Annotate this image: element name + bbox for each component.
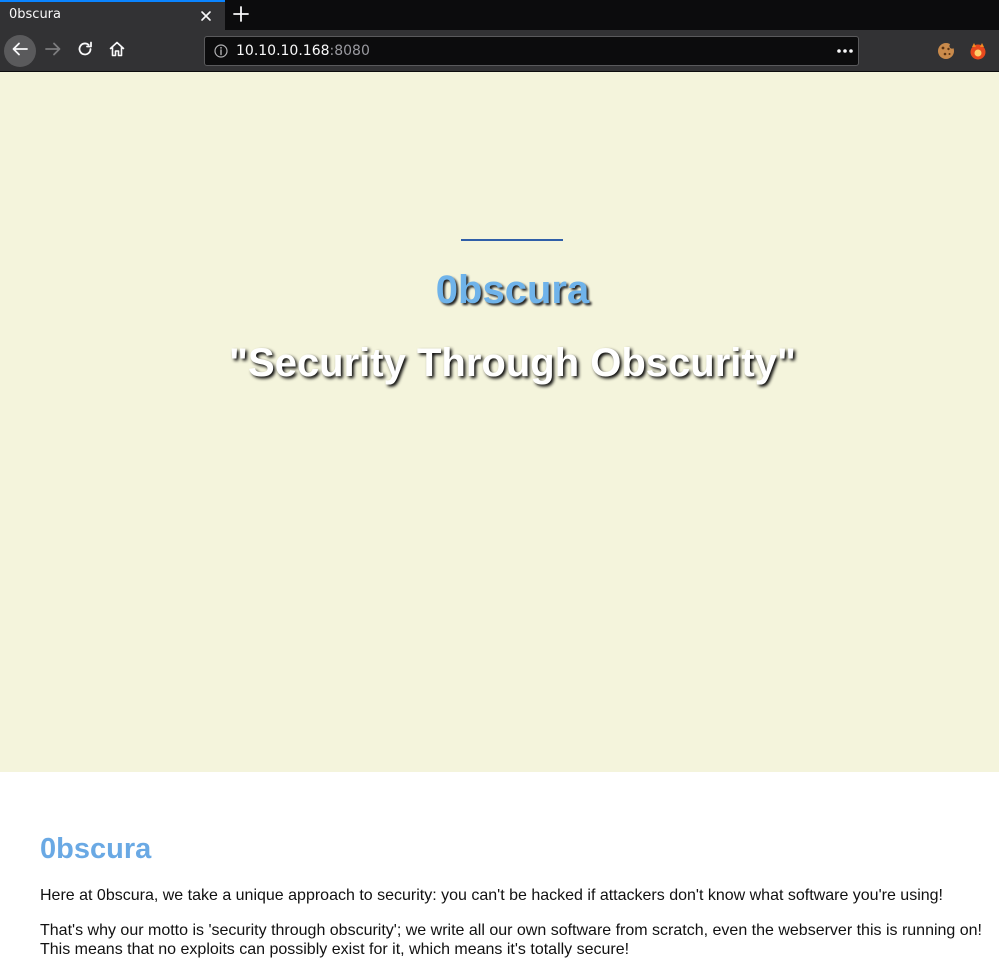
motto-paragraph-line-2: This means that no exploits can possibly… [40,941,630,958]
home-icon [108,40,126,63]
arrow-right-icon [44,40,62,63]
reload-button[interactable] [69,35,101,67]
hero-divider [461,239,563,241]
arrow-left-icon [11,40,29,63]
tab-active[interactable]: 0bscura [0,0,225,30]
url-host: 10.10.10.168 [236,43,330,59]
url-text[interactable]: 10.10.10.168:8080 [236,43,370,59]
main-content: 0bscura Here at 0bscura, we take a uniqu… [40,832,982,958]
address-bar[interactable]: 10.10.10.168:8080 [204,36,859,66]
back-button[interactable] [4,35,36,67]
info-icon[interactable] [214,44,228,58]
tab-title: 0bscura [9,7,61,22]
reload-icon [76,40,94,63]
close-icon[interactable] [199,9,213,23]
motto-paragraph-line-1: That's why our motto is 'security throug… [40,922,982,939]
intro-paragraph: Here at 0bscura, we take a unique approa… [40,887,943,904]
home-button[interactable] [101,35,133,67]
more-horizontal-icon[interactable] [835,43,855,59]
plus-icon[interactable] [232,5,250,23]
content-heading: 0bscura [40,833,152,865]
cookie-icon[interactable] [936,41,956,61]
firefox-extension-icon[interactable] [968,41,988,61]
hero-section: 0bscura "Security Through Obscurity" [0,72,999,772]
hero-motto: "Security Through Obscurity" [229,341,796,385]
forward-button[interactable] [37,35,69,67]
navigation-toolbar: 10.10.10.168:8080 [0,30,999,72]
tab-strip: 0bscura [0,0,999,30]
hero-title: 0bscura [435,268,590,312]
url-port: :8080 [329,43,370,59]
